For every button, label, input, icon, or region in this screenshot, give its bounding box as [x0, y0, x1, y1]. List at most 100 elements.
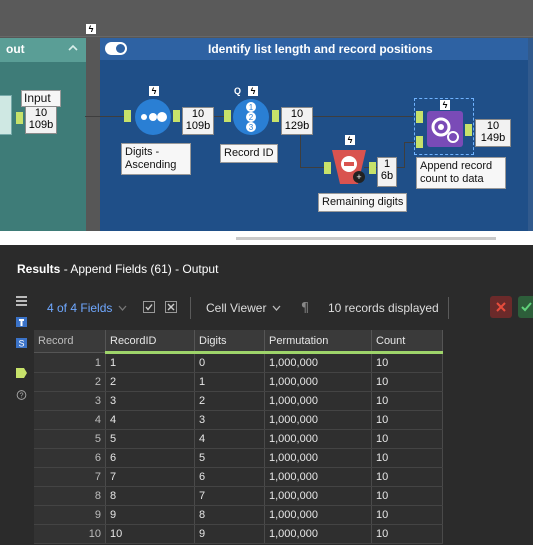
cell-digits[interactable]: 3	[194, 410, 265, 430]
cell-digits[interactable]: 9	[194, 524, 265, 544]
table-row[interactable]: 8 8 7 1,000,000 10	[34, 486, 443, 506]
append-fields-tool-icon[interactable]	[426, 110, 464, 148]
table-row[interactable]: 1 1 0 1,000,000 10	[34, 352, 443, 373]
table-view-icon[interactable]	[16, 317, 27, 327]
output-anchor[interactable]	[16, 112, 23, 124]
cell-permutation[interactable]: 1,000,000	[264, 372, 372, 392]
cell-recordid[interactable]: 8	[105, 486, 195, 506]
cell-digits[interactable]: 7	[194, 486, 265, 506]
cell-count[interactable]: 10	[371, 448, 443, 468]
pilcrow-icon[interactable]: ¶	[300, 300, 310, 314]
column-header-count[interactable]: Count	[371, 330, 443, 354]
apply-button[interactable]	[518, 296, 533, 318]
table-row[interactable]: 9 9 8 1,000,000 10	[34, 505, 443, 525]
cell-permutation[interactable]: 1,000,000	[264, 391, 372, 411]
table-row[interactable]: 6 6 5 1,000,000 10	[34, 448, 443, 468]
cell-recordid[interactable]: 4	[105, 410, 195, 430]
data-icon[interactable]	[16, 368, 27, 378]
output-anchor[interactable]	[173, 110, 180, 122]
target-anchor[interactable]	[416, 111, 423, 123]
workflow-canvas[interactable]: ϟ out Input 10 109b Identify list length…	[0, 0, 533, 245]
sort-tool-icon[interactable]	[134, 98, 172, 136]
metadata-icon[interactable]: S	[16, 338, 27, 348]
column-header-permutation[interactable]: Permutation	[264, 330, 372, 354]
container-toggle[interactable]	[105, 42, 127, 55]
cell-permutation[interactable]: 1,000,000	[264, 429, 372, 449]
output-anchor[interactable]	[465, 124, 472, 136]
table-row[interactable]: 4 4 3 1,000,000 10	[34, 410, 443, 430]
cell-permutation[interactable]: 1,000,000	[264, 352, 372, 373]
cell-recordid[interactable]: 7	[105, 467, 195, 487]
cell-record[interactable]: 5	[34, 429, 106, 449]
column-header-recordid[interactable]: RecordID	[105, 330, 195, 354]
cell-count[interactable]: 10	[371, 429, 443, 449]
cell-record[interactable]: 4	[34, 410, 106, 430]
input-anchor[interactable]	[224, 110, 231, 122]
menu-icon[interactable]	[16, 296, 27, 306]
source-anchor[interactable]	[416, 136, 423, 148]
cell-permutation[interactable]: 1,000,000	[264, 524, 372, 544]
table-row[interactable]: 3 3 2 1,000,000 10	[34, 391, 443, 411]
table-row[interactable]: 7 7 6 1,000,000 10	[34, 467, 443, 487]
cell-count[interactable]: 10	[371, 391, 443, 411]
cell-count[interactable]: 10	[371, 505, 443, 525]
main-container-header[interactable]: Identify list length and record position…	[100, 38, 533, 60]
cell-record[interactable]: 6	[34, 448, 106, 468]
fields-dropdown[interactable]: 4 of 4 Fields	[47, 301, 112, 315]
cell-count[interactable]: 10	[371, 467, 443, 487]
cell-digits[interactable]: 6	[194, 467, 265, 487]
results-table[interactable]: Record RecordID Digits Permutation Count…	[34, 330, 444, 544]
cell-record[interactable]: 9	[34, 505, 106, 525]
table-row[interactable]: 5 5 4 1,000,000 10	[34, 429, 443, 449]
cell-count[interactable]: 10	[371, 372, 443, 392]
cell-count[interactable]: 10	[371, 486, 443, 506]
left-container-header[interactable]: out	[0, 38, 86, 62]
main-tool-container[interactable]: Identify list length and record position…	[85, 38, 533, 231]
left-tool-container[interactable]: out Input 10 109b	[0, 38, 86, 231]
cell-digits[interactable]: 1	[194, 372, 265, 392]
cell-count[interactable]: 10	[371, 352, 443, 373]
cell-permutation[interactable]: 1,000,000	[264, 448, 372, 468]
record-id-tool-icon[interactable]: 1 2 3	[232, 98, 270, 136]
cell-permutation[interactable]: 1,000,000	[264, 486, 372, 506]
chevron-down-icon[interactable]	[118, 305, 127, 311]
cell-recordid[interactable]: 10	[105, 524, 195, 544]
horizontal-scrollbar[interactable]	[236, 237, 496, 240]
table-row[interactable]: 2 2 1 1,000,000 10	[34, 372, 443, 392]
cell-recordid[interactable]: 5	[105, 429, 195, 449]
cell-count[interactable]: 10	[371, 524, 443, 544]
help-icon[interactable]: ?	[16, 390, 27, 400]
cell-digits[interactable]: 0	[194, 352, 265, 373]
output-anchor[interactable]	[272, 110, 279, 122]
cell-permutation[interactable]: 1,000,000	[264, 505, 372, 525]
cell-recordid[interactable]: 3	[105, 391, 195, 411]
cell-record[interactable]: 3	[34, 391, 106, 411]
cancel-button[interactable]	[490, 296, 512, 318]
column-header-record[interactable]: Record	[34, 330, 106, 353]
cell-record[interactable]: 1	[34, 352, 106, 373]
cell-digits[interactable]: 4	[194, 429, 265, 449]
output-anchor[interactable]	[369, 162, 376, 174]
cell-record[interactable]: 8	[34, 486, 106, 506]
cell-record[interactable]: 10	[34, 524, 106, 544]
cell-record[interactable]: 7	[34, 467, 106, 487]
cell-record[interactable]: 2	[34, 372, 106, 392]
cell-viewer-dropdown[interactable]: Cell Viewer	[206, 301, 266, 315]
table-row[interactable]: 10 10 9 1,000,000 10	[34, 524, 443, 544]
input-anchor[interactable]	[124, 110, 131, 122]
check-all-icon[interactable]	[143, 301, 155, 313]
uncheck-all-icon[interactable]	[165, 301, 177, 313]
cell-recordid[interactable]: 2	[105, 372, 195, 392]
cell-digits[interactable]: 2	[194, 391, 265, 411]
cell-permutation[interactable]: 1,000,000	[264, 410, 372, 430]
cell-recordid[interactable]: 6	[105, 448, 195, 468]
chevron-down-icon[interactable]	[272, 305, 281, 311]
cell-digits[interactable]: 5	[194, 448, 265, 468]
cell-digits[interactable]: 8	[194, 505, 265, 525]
sample-tool-icon[interactable]: +	[330, 148, 368, 186]
cell-recordid[interactable]: 9	[105, 505, 195, 525]
collapse-icon[interactable]	[66, 41, 80, 55]
cell-permutation[interactable]: 1,000,000	[264, 467, 372, 487]
cell-recordid[interactable]: 1	[105, 352, 195, 373]
cell-count[interactable]: 10	[371, 410, 443, 430]
